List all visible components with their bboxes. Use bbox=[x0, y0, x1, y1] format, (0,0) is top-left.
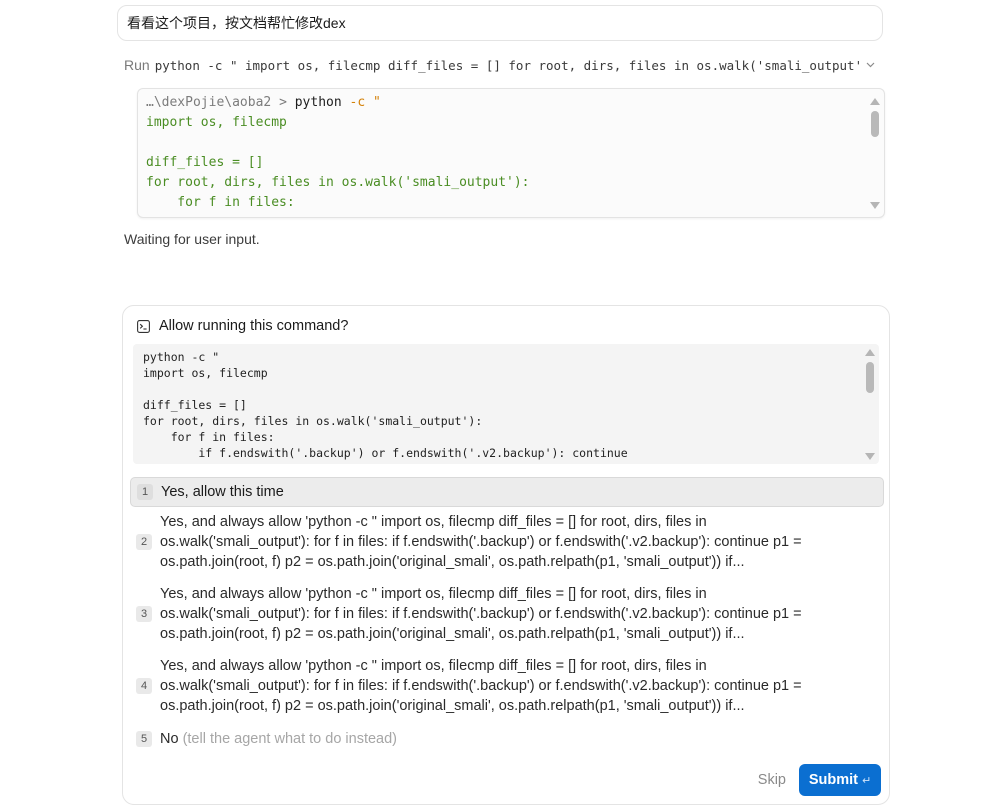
terminal-lines: …\dexPojie\aoba2 > python -c " import os… bbox=[146, 93, 530, 213]
user-message-text: 看看这个项目，按文档帮忙修改dex bbox=[127, 15, 346, 31]
run-command-text: python -c " import os, filecmp diff_file… bbox=[154, 57, 860, 73]
user-message-bubble: 看看这个项目，按文档帮忙修改dex bbox=[117, 5, 883, 41]
skip-button[interactable]: Skip bbox=[758, 772, 786, 788]
option-line: os.path.join(root, f) p2 = os.path.join(… bbox=[160, 698, 745, 714]
command-preview[interactable]: python -c " import os, filecmp diff_file… bbox=[133, 344, 879, 464]
approval-title: Allow running this command? bbox=[159, 318, 349, 334]
option-always-allow-3[interactable]: 4 Yes, and always allow 'python -c " imp… bbox=[130, 656, 884, 716]
option-number-badge: 4 bbox=[136, 678, 152, 694]
command-line: import os, filecmp bbox=[143, 366, 268, 380]
terminal-flag: -c bbox=[349, 95, 366, 110]
submit-button[interactable]: Submit ↵ bbox=[799, 764, 881, 796]
command-line: for f in files: bbox=[143, 430, 275, 444]
scrollbar-thumb[interactable] bbox=[871, 111, 879, 137]
option-line: Yes, and always allow 'python -c " impor… bbox=[160, 586, 707, 602]
option-always-allow-2[interactable]: 3 Yes, and always allow 'python -c " imp… bbox=[130, 584, 884, 644]
terminal-output[interactable]: …\dexPojie\aoba2 > python -c " import os… bbox=[137, 88, 885, 218]
option-line: os.walk('smali_output'): for f in files:… bbox=[160, 678, 802, 694]
option-deny[interactable]: 5 No (tell the agent what to do instead) bbox=[130, 729, 884, 749]
option-line: os.walk('smali_output'): for f in files:… bbox=[160, 606, 802, 622]
option-no-label: No bbox=[160, 731, 179, 747]
terminal-scrollbar[interactable] bbox=[866, 89, 884, 217]
option-label: Yes, and always allow 'python -c " impor… bbox=[160, 584, 802, 644]
scroll-up-arrow-icon[interactable] bbox=[865, 349, 875, 356]
terminal-prompt: > bbox=[279, 95, 287, 110]
option-label: Yes, and always allow 'python -c " impor… bbox=[160, 512, 802, 572]
terminal-code-line: diff_files = [] bbox=[146, 155, 264, 170]
terminal-path: …\dexPojie\aoba2 bbox=[146, 95, 272, 110]
option-line: Yes, and always allow 'python -c " impor… bbox=[160, 514, 707, 530]
option-line: Yes, and always allow 'python -c " impor… bbox=[160, 658, 707, 674]
chevron-down-icon[interactable] bbox=[864, 59, 876, 71]
command-preview-lines: python -c " import os, filecmp diff_file… bbox=[143, 349, 628, 461]
command-line: diff_files = [] bbox=[143, 398, 247, 412]
command-scrollbar[interactable] bbox=[861, 344, 879, 464]
option-always-allow-1[interactable]: 2 Yes, and always allow 'python -c " imp… bbox=[130, 512, 884, 572]
option-label: No (tell the agent what to do instead) bbox=[160, 729, 397, 749]
terminal-quote: " bbox=[373, 95, 381, 110]
option-line: os.path.join(root, f) p2 = os.path.join(… bbox=[160, 626, 745, 642]
terminal-code-line: for root, dirs, files in os.walk('smali_… bbox=[146, 175, 530, 190]
approval-card: Allow running this command? python -c " … bbox=[122, 305, 890, 805]
option-allow-once[interactable]: 1 Yes, allow this time bbox=[130, 477, 884, 507]
status-text: Waiting for user input. bbox=[124, 231, 260, 247]
approval-header: Allow running this command? bbox=[137, 318, 348, 334]
scroll-down-arrow-icon[interactable] bbox=[865, 453, 875, 460]
approval-actions: Skip Submit ↵ bbox=[758, 764, 881, 796]
command-line: python -c " bbox=[143, 350, 220, 364]
submit-label: Submit bbox=[808, 772, 858, 788]
option-number-badge: 5 bbox=[136, 731, 152, 747]
terminal-command: python bbox=[294, 95, 342, 110]
run-label: Run bbox=[124, 57, 150, 73]
enter-key-icon: ↵ bbox=[861, 774, 872, 787]
terminal-code-line: import os, filecmp bbox=[146, 115, 287, 130]
option-label: Yes, and always allow 'python -c " impor… bbox=[160, 656, 802, 716]
option-line: os.path.join(root, f) p2 = os.path.join(… bbox=[160, 554, 745, 570]
terminal-code-line: for f in files: bbox=[146, 195, 295, 210]
option-number-badge: 2 bbox=[136, 534, 152, 550]
run-command-summary[interactable]: Run python -c " import os, filecmp diff_… bbox=[124, 55, 876, 75]
option-number-badge: 3 bbox=[136, 606, 152, 622]
scroll-up-arrow-icon[interactable] bbox=[870, 98, 880, 105]
scrollbar-thumb[interactable] bbox=[866, 362, 874, 393]
scroll-down-arrow-icon[interactable] bbox=[870, 202, 880, 209]
option-hint: (tell the agent what to do instead) bbox=[182, 731, 397, 747]
command-line: for root, dirs, files in os.walk('smali_… bbox=[143, 414, 483, 428]
option-line: os.walk('smali_output'): for f in files:… bbox=[160, 534, 802, 550]
option-label: Yes, allow this time bbox=[161, 484, 284, 500]
command-line: if f.endswith('.backup') or f.endswith('… bbox=[143, 446, 628, 460]
terminal-icon bbox=[137, 319, 150, 333]
option-number-badge: 1 bbox=[137, 484, 153, 500]
